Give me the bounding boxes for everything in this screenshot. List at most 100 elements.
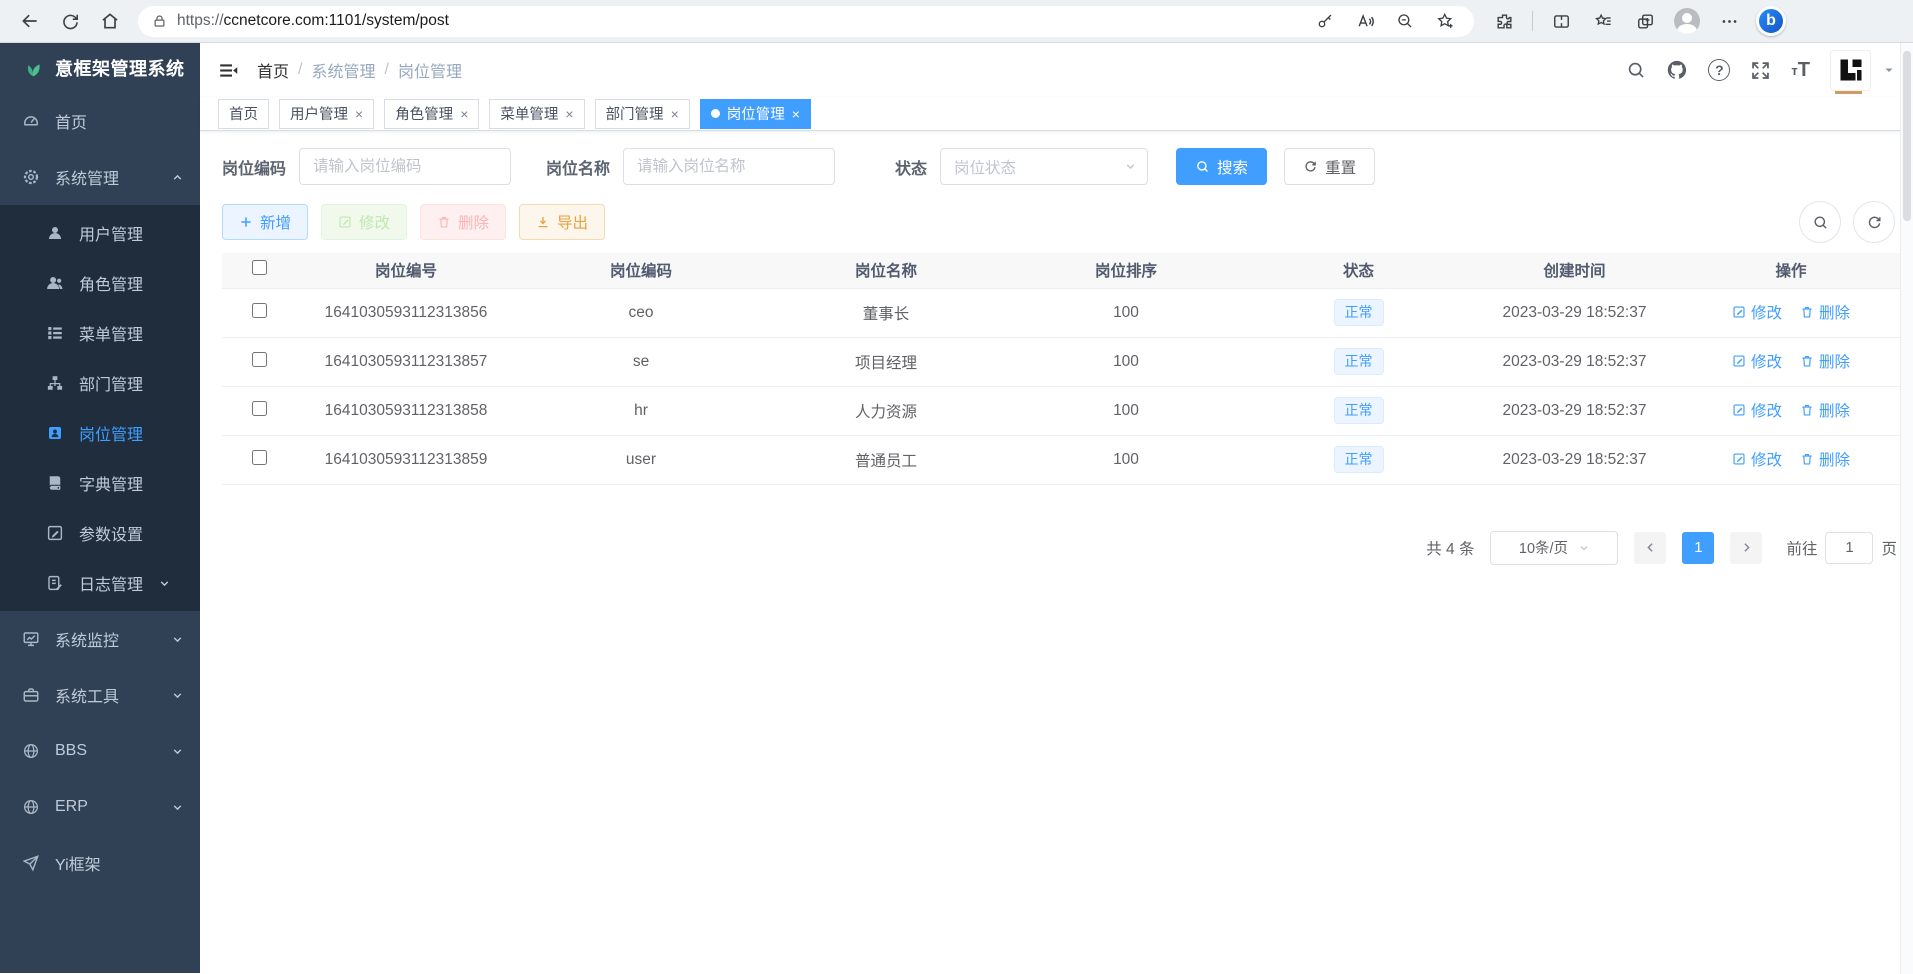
browser-refresh-button[interactable] xyxy=(52,4,88,38)
sidebar-item-erp[interactable]: ERP xyxy=(0,779,200,835)
row-edit-button[interactable]: 修改 xyxy=(1732,301,1782,323)
goto-label: 前往 xyxy=(1786,537,1817,559)
row-checkbox[interactable] xyxy=(252,352,267,367)
browser-home-button[interactable] xyxy=(92,4,128,38)
back-icon xyxy=(20,11,40,31)
browser-menu-button[interactable] xyxy=(1711,4,1747,38)
row-delete-button[interactable]: 删除 xyxy=(1800,301,1850,323)
tab-actions-button[interactable] xyxy=(1627,4,1663,38)
address-bar[interactable]: https://ccnetcore.com:1101/system/post xyxy=(138,6,1474,37)
zoom-indicator-button[interactable] xyxy=(1390,7,1420,35)
refresh-icon xyxy=(61,12,80,31)
sidebar-item-system-monitor[interactable]: 系统监控 xyxy=(0,611,200,667)
delete-button[interactable]: 删除 xyxy=(420,204,506,240)
tab-close-icon[interactable]: × xyxy=(565,106,573,122)
tab-user-management[interactable]: 用户管理× xyxy=(279,99,374,129)
post-icon xyxy=(46,424,64,442)
password-key-button[interactable] xyxy=(1310,7,1340,35)
scrollbar-thumb[interactable] xyxy=(1903,51,1911,221)
sidebar-item-log-management[interactable]: 日志管理 xyxy=(0,558,200,608)
tab-close-icon[interactable]: × xyxy=(460,106,468,122)
sidebar-item-menu-management[interactable]: 菜单管理 xyxy=(0,308,200,358)
tab-post-management[interactable]: 岗位管理× xyxy=(700,99,811,129)
extensions-icon xyxy=(1495,12,1514,31)
prev-page-button[interactable] xyxy=(1634,532,1666,564)
edit-icon xyxy=(1732,305,1746,319)
tab-role-management[interactable]: 角色管理× xyxy=(384,99,479,129)
sidebar-item-dict-management[interactable]: 字典管理 xyxy=(0,458,200,508)
tab-home[interactable]: 首页 xyxy=(218,99,269,129)
app-logo[interactable]: 意框架管理系统 xyxy=(0,43,200,93)
sidebar-item-user-management[interactable]: 用户管理 xyxy=(0,208,200,258)
sidebar-item-yi-framework[interactable]: Yi框架 xyxy=(0,835,200,891)
globe-icon xyxy=(22,742,40,760)
github-link[interactable] xyxy=(1666,59,1688,81)
chevron-down-icon xyxy=(171,745,184,758)
reset-button[interactable]: 重置 xyxy=(1284,148,1375,185)
user-icon xyxy=(46,224,64,242)
read-aloud-button[interactable] xyxy=(1350,7,1380,35)
row-edit-button[interactable]: 修改 xyxy=(1732,399,1782,421)
header-search-button[interactable] xyxy=(1626,60,1646,80)
breadcrumb-home[interactable]: 首页 xyxy=(257,58,289,82)
refresh-icon xyxy=(1303,159,1318,174)
next-page-button[interactable] xyxy=(1730,532,1762,564)
browser-profile-button[interactable] xyxy=(1669,4,1705,38)
row-delete-button[interactable]: 删除 xyxy=(1800,350,1850,372)
tab-dept-management[interactable]: 部门管理× xyxy=(595,99,690,129)
edit-button[interactable]: 修改 xyxy=(321,204,407,240)
tab-menu-management[interactable]: 菜单管理× xyxy=(489,99,584,129)
browser-back-button[interactable] xyxy=(12,4,48,38)
tab-close-icon[interactable]: × xyxy=(355,106,363,122)
sidebar-item-system-tools[interactable]: 系统工具 xyxy=(0,667,200,723)
bing-copilot-button[interactable]: b xyxy=(1753,4,1789,38)
page-scrollbar[interactable] xyxy=(1900,43,1913,974)
fullscreen-button[interactable] xyxy=(1750,60,1771,81)
add-favorite-button[interactable] xyxy=(1430,7,1460,35)
sidebar-collapse-button[interactable] xyxy=(218,60,239,81)
trash-icon xyxy=(1800,452,1814,466)
export-button[interactable]: 导出 xyxy=(519,204,605,240)
avatar-caret-icon[interactable] xyxy=(1883,64,1895,76)
extensions-button[interactable] xyxy=(1486,4,1522,38)
sidebar-item-role-management[interactable]: 角色管理 xyxy=(0,258,200,308)
row-delete-button[interactable]: 删除 xyxy=(1800,448,1850,470)
sidebar-item-home[interactable]: 首页 xyxy=(0,93,200,149)
user-avatar[interactable] xyxy=(1830,50,1871,91)
row-delete-button[interactable]: 删除 xyxy=(1800,399,1850,421)
post-code-input[interactable] xyxy=(299,148,511,185)
select-all-checkbox[interactable] xyxy=(252,260,267,275)
refresh-table-button[interactable] xyxy=(1853,201,1895,243)
system-management-submenu: 用户管理 角色管理 菜单管理 部门管理 岗位管理 字典管理 xyxy=(0,205,200,611)
zoom-out-icon xyxy=(1396,12,1414,30)
row-checkbox[interactable] xyxy=(252,303,267,318)
lock-icon xyxy=(152,13,167,29)
sidebar-item-dept-management[interactable]: 部门管理 xyxy=(0,358,200,408)
help-button[interactable]: ? xyxy=(1708,59,1730,81)
font-size-button[interactable]: тT xyxy=(1791,59,1810,82)
sidebar-item-system-management[interactable]: 系统管理 xyxy=(0,149,200,205)
sidebar-item-param-settings[interactable]: 参数设置 xyxy=(0,508,200,558)
split-screen-button[interactable] xyxy=(1543,4,1579,38)
home-icon xyxy=(100,11,120,31)
table-row: 1641030593112313858 hr 人力资源 100 正常 2023-… xyxy=(222,386,1904,435)
status-select[interactable]: 岗位状态 xyxy=(940,148,1148,185)
row-checkbox[interactable] xyxy=(252,450,267,465)
search-button[interactable]: 搜索 xyxy=(1176,148,1267,185)
post-name-input[interactable] xyxy=(623,148,835,185)
show-search-toggle-button[interactable] xyxy=(1799,201,1841,243)
add-button[interactable]: 新增 xyxy=(222,204,308,240)
row-checkbox[interactable] xyxy=(252,401,267,416)
goto-page-input[interactable] xyxy=(1825,532,1873,564)
page-size-select[interactable]: 10条/页 xyxy=(1490,531,1618,565)
sidebar-item-post-management[interactable]: 岗位管理 xyxy=(0,408,200,458)
row-edit-button[interactable]: 修改 xyxy=(1732,350,1782,372)
sidebar-item-bbs[interactable]: BBS xyxy=(0,723,200,779)
table-utility-buttons xyxy=(1799,201,1899,243)
row-edit-button[interactable]: 修改 xyxy=(1732,448,1782,470)
page-number-button[interactable]: 1 xyxy=(1682,532,1714,564)
tab-close-icon[interactable]: × xyxy=(792,106,800,122)
tab-close-icon[interactable]: × xyxy=(671,106,679,122)
table-row: 1641030593112313857 se 项目经理 100 正常 2023-… xyxy=(222,337,1904,386)
collections-button[interactable] xyxy=(1585,4,1621,38)
